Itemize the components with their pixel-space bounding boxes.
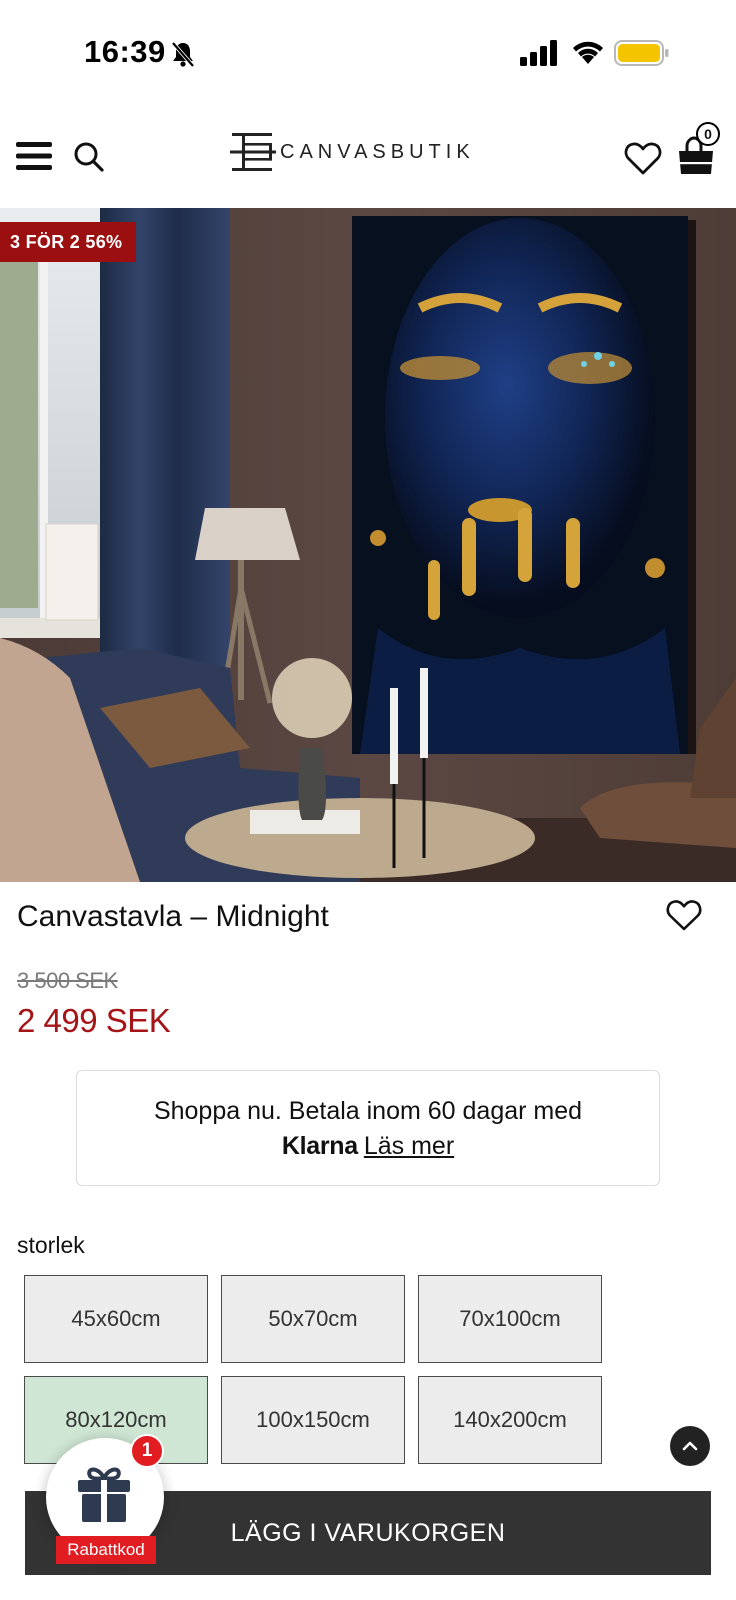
- size-option-100x150[interactable]: 100x150cm: [221, 1376, 405, 1464]
- cellular-signal-icon: [520, 40, 557, 66]
- discount-code-label: Rabattkod: [56, 1536, 156, 1564]
- site-header: CANVASBUTIK 0: [0, 110, 736, 206]
- add-to-wishlist-heart-icon[interactable]: [666, 898, 702, 932]
- promo-badge: 3 FÖR 2 56%: [0, 222, 137, 262]
- wifi-icon: [573, 41, 603, 64]
- product-photo-illustration: [0, 208, 736, 882]
- status-time: 16:39: [84, 34, 166, 69]
- battery-icon: [614, 40, 669, 66]
- original-price: 3 500 SEK: [17, 968, 118, 993]
- search-icon[interactable]: [72, 140, 106, 174]
- discount-code-widget[interactable]: 1 Rabattkod: [46, 1434, 164, 1564]
- site-logo[interactable]: CANVASBUTIK: [230, 130, 475, 174]
- cart-button[interactable]: 0: [676, 122, 720, 178]
- klarna-info-box: Shoppa nu. Betala inom 60 dagar med Klar…: [76, 1070, 660, 1186]
- klarna-logo: Klarna: [281, 1132, 358, 1160]
- klarna-read-more-link[interactable]: Läs mer: [364, 1132, 454, 1160]
- logo-mark-icon: [230, 133, 276, 171]
- size-option-140x200[interactable]: 140x200cm: [418, 1376, 602, 1464]
- heart-icon[interactable]: [624, 140, 662, 176]
- hamburger-menu-icon[interactable]: [14, 138, 54, 174]
- gift-icon: [78, 1467, 130, 1522]
- klarna-line2: Klarna Läs mer: [77, 1132, 659, 1161]
- scroll-to-top-button[interactable]: [670, 1426, 710, 1466]
- sale-price: 2 499 SEK: [17, 1002, 171, 1039]
- size-option-45x60[interactable]: 45x60cm: [24, 1275, 208, 1363]
- klarna-text: Shoppa nu. Betala inom 60 dagar med: [153, 1097, 583, 1125]
- status-bar: 16:39: [0, 0, 736, 100]
- product-image[interactable]: 3 FÖR 2 56%: [0, 208, 736, 882]
- size-label: storlek: [17, 1232, 85, 1258]
- chevron-up-icon: [682, 1441, 698, 1451]
- product-title: Canvastavla – Midnight: [17, 900, 329, 933]
- size-option-50x70[interactable]: 50x70cm: [221, 1275, 405, 1363]
- logo-text: CANVASBUTIK: [280, 140, 475, 163]
- discount-count-badge: 1: [130, 1434, 164, 1468]
- bell-slash-icon: [171, 41, 195, 68]
- size-option-70x100[interactable]: 70x100cm: [418, 1275, 602, 1363]
- cart-count-badge: 0: [696, 122, 720, 146]
